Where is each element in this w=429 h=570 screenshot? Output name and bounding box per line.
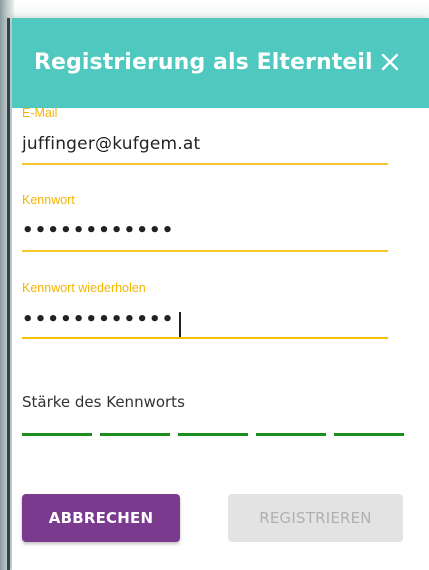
strength-bar <box>178 433 248 436</box>
strength-bar <box>256 433 326 436</box>
register-button[interactable]: REGISTRIEREN <box>228 494 403 542</box>
strength-bar <box>334 433 404 436</box>
close-icon <box>381 53 399 71</box>
password-input[interactable]: •••••••••••• <box>22 220 174 241</box>
password-repeat-field[interactable]: Kennwort wiederholen •••••••••••• <box>22 281 388 347</box>
email-input[interactable]: juffinger@kufgem.at <box>22 134 200 154</box>
email-label: E-Mail <box>22 106 58 120</box>
password-repeat-label: Kennwort wiederholen <box>22 281 146 295</box>
email-underline <box>22 163 388 165</box>
backdrop <box>14 0 429 18</box>
password-strength-label: Stärke des Kennworts <box>22 393 185 411</box>
password-strength-meter <box>22 433 404 437</box>
close-button[interactable] <box>374 46 406 78</box>
password-field[interactable]: Kennwort •••••••••••• <box>22 193 388 253</box>
dialog-header: Registrierung als Elternteil <box>12 18 429 108</box>
email-field[interactable]: E-Mail juffinger@kufgem.at <box>22 106 388 166</box>
password-underline <box>22 250 388 252</box>
text-caret <box>179 312 181 337</box>
strength-bar <box>100 433 170 436</box>
password-repeat-underline <box>22 337 388 339</box>
dialog-title: Registrierung als Elternteil <box>34 50 373 75</box>
password-label: Kennwort <box>22 193 75 207</box>
strength-bar <box>22 433 92 436</box>
password-repeat-input[interactable]: •••••••••••• <box>22 309 174 330</box>
cancel-button[interactable]: ABBRECHEN <box>22 494 180 542</box>
